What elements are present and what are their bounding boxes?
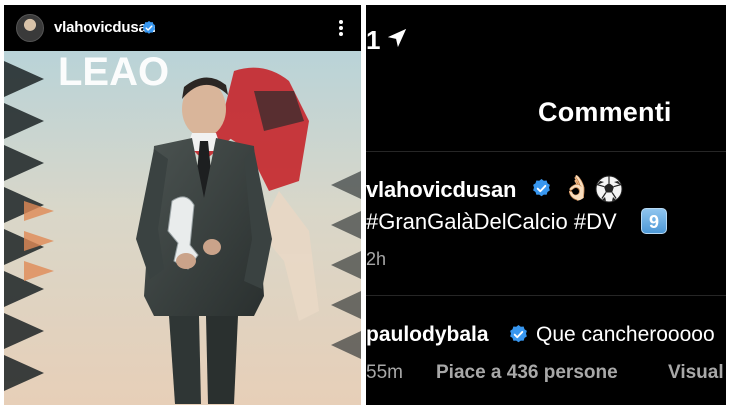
status-bar-time: 1	[366, 25, 381, 55]
verified-badge-icon	[533, 179, 550, 197]
image-big-text: LEAO	[58, 51, 169, 94]
comment-divider	[366, 295, 726, 296]
comment-text: Que cancherooooo	[536, 323, 715, 346]
comment-timestamp: 55m	[366, 362, 403, 383]
post-image[interactable]: LEAO	[4, 51, 361, 405]
caption-hashtags[interactable]: #GranGalàDelCalcio #DV	[366, 209, 617, 235]
view-replies-link[interactable]: Visual	[668, 362, 724, 384]
soccer-ball-icon	[595, 175, 623, 203]
post-header: vlahovicdusan	[4, 5, 361, 51]
number-badge-emoji: 9	[641, 208, 667, 234]
post-username[interactable]: vlahovicdusan	[54, 19, 156, 36]
caption-timestamp: 2h	[366, 249, 387, 269]
more-options-icon[interactable]	[337, 19, 345, 37]
post-image-illustration: LEAO	[4, 51, 361, 405]
verified-badge-icon	[510, 325, 527, 343]
ok-hand-emoji: 👌🏻	[562, 174, 592, 202]
location-arrow-icon	[387, 28, 407, 48]
comment-username[interactable]: paulodybala	[366, 323, 489, 347]
profile-avatar[interactable]	[16, 14, 44, 42]
caption-username[interactable]: vlahovicdusan	[366, 177, 516, 203]
comment-likes-link[interactable]: Piace a 436 persone	[436, 362, 618, 384]
verified-badge-icon	[142, 21, 156, 34]
comments-title: Commenti	[538, 97, 672, 127]
comments-panel: 1 Commenti vlahovicdusan 👌🏻 #GranGalàDel…	[366, 5, 726, 405]
header-divider	[366, 151, 726, 152]
instagram-post-panel: vlahovicdusan LEAO	[4, 5, 361, 405]
